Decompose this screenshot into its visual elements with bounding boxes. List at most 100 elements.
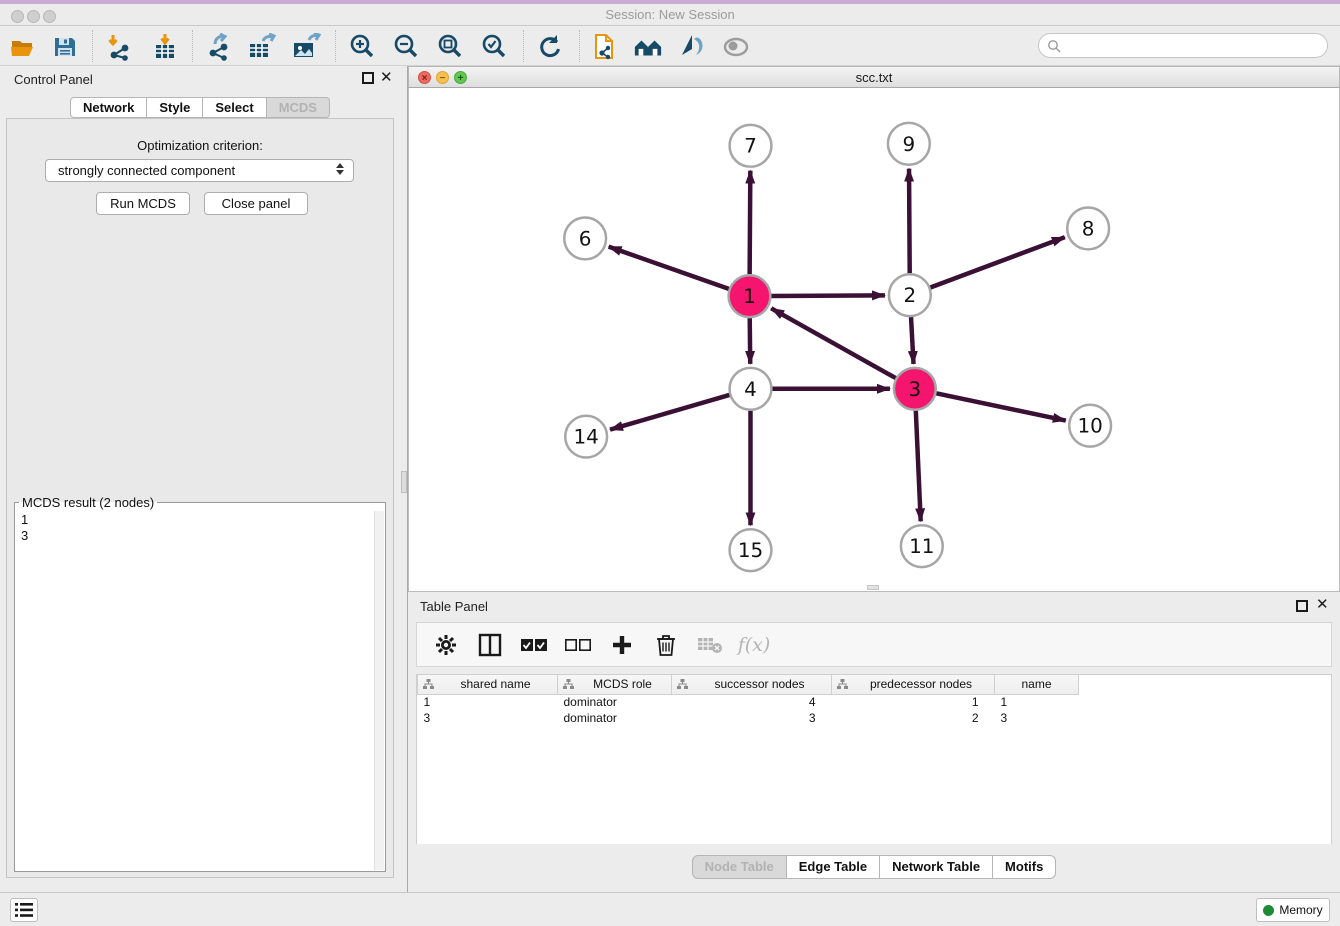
function-builder-icon[interactable]: f(x) <box>739 630 769 660</box>
add-row-icon[interactable] <box>607 630 637 660</box>
close-panel-icon[interactable]: ✕ <box>380 72 392 84</box>
select-all-checkboxes-icon[interactable] <box>519 630 549 660</box>
mcds-result-line: 1 <box>21 512 28 528</box>
graph-node-label-10: 10 <box>1077 415 1102 438</box>
export-image-icon[interactable] <box>291 32 321 62</box>
import-network-icon[interactable] <box>103 32 133 62</box>
graph-node-label-3: 3 <box>909 378 922 401</box>
graph-node-label-6: 6 <box>579 227 592 250</box>
graph-node-label-14: 14 <box>573 426 598 449</box>
tab-network[interactable]: Network <box>70 97 147 118</box>
memory-button[interactable]: Memory <box>1256 898 1330 922</box>
network-window: × − + scc.txt 1234678910111415 <box>408 66 1340 592</box>
app-titlebar: Session: New Session <box>0 0 1340 26</box>
column-header-predecessor-nodes[interactable]: predecessor nodes <box>832 675 995 694</box>
tab-network-table[interactable]: Network Table <box>880 855 993 879</box>
search-input[interactable] <box>1061 38 1327 53</box>
column-header-mcds-role[interactable]: MCDS role <box>558 675 672 694</box>
splitter-handle[interactable] <box>401 471 407 493</box>
column-header-name[interactable]: name <box>995 675 1079 694</box>
network-graph[interactable]: 1234678910111415 <box>409 88 1339 590</box>
table-row[interactable]: 3dominator323 <box>418 710 1332 726</box>
table-panel: Table Panel ✕ f(x) <box>408 592 1340 892</box>
export-network-icon[interactable] <box>204 32 234 62</box>
mcds-result-line: 3 <box>21 528 28 544</box>
float-table-panel-icon[interactable] <box>1296 600 1308 612</box>
graph-node-label-2: 2 <box>904 284 917 307</box>
node-table: shared name MCDS role successor nodes pr… <box>416 674 1332 844</box>
graph-edge-3-10[interactable] <box>936 393 1065 420</box>
mcds-result-title: MCDS result (2 nodes) <box>19 495 157 510</box>
table-tabs: Node Table Edge Table Network Table Moti… <box>408 855 1340 879</box>
homes-icon[interactable] <box>633 32 663 62</box>
graph-edge-2-3[interactable] <box>911 317 913 364</box>
zoom-fit-icon[interactable] <box>435 32 465 62</box>
network-window-titlebar[interactable]: × − + scc.txt <box>408 66 1340 88</box>
task-history-button[interactable] <box>10 898 38 922</box>
import-table-icon[interactable] <box>150 32 180 62</box>
graph-edge-4-14[interactable] <box>610 395 729 430</box>
tab-motifs[interactable]: Motifs <box>993 855 1056 879</box>
graph-node-label-8: 8 <box>1082 217 1095 240</box>
graph-edge-2-8[interactable] <box>930 237 1064 287</box>
graph-edge-2-9[interactable] <box>909 169 910 274</box>
table-toolbar: f(x) <box>416 622 1332 667</box>
search-icon <box>1047 39 1061 53</box>
column-header-successor-nodes[interactable]: successor nodes <box>672 675 832 694</box>
status-bar: Memory <box>0 892 1340 926</box>
tab-style[interactable]: Style <box>147 97 203 118</box>
graph-edge-3-11[interactable] <box>916 411 921 522</box>
graph-node-label-11: 11 <box>909 535 934 558</box>
close-panel-button[interactable]: Close panel <box>204 192 308 215</box>
tab-mcds[interactable]: MCDS <box>267 97 330 118</box>
tree-icon <box>677 679 688 690</box>
optimization-criterion-dropdown[interactable]: strongly connected component <box>45 159 354 182</box>
refresh-view-icon[interactable] <box>535 32 565 62</box>
graph-edge-1-7[interactable] <box>750 171 751 275</box>
canvas-resize-handle[interactable] <box>867 585 879 590</box>
export-table-icon[interactable] <box>247 32 277 62</box>
tab-node-table[interactable]: Node Table <box>692 855 787 879</box>
graph-edge-3-1[interactable] <box>771 308 896 378</box>
column-header-shared-name[interactable]: shared name <box>418 675 558 694</box>
graph-edge-1-6[interactable] <box>609 247 729 289</box>
zoom-out-icon[interactable] <box>391 32 421 62</box>
graph-node-label-7: 7 <box>744 135 757 158</box>
toolbar-separator <box>335 30 336 62</box>
network-canvas[interactable]: 1234678910111415 <box>408 88 1340 592</box>
delete-row-icon[interactable] <box>651 630 681 660</box>
open-session-icon[interactable] <box>8 32 38 62</box>
settings-gear-icon[interactable] <box>431 630 461 660</box>
save-session-icon[interactable] <box>50 32 80 62</box>
optimization-criterion-label: Optimization criterion: <box>7 138 393 153</box>
result-scrollbar[interactable] <box>374 511 384 870</box>
table-row[interactable]: 1dominator411 <box>418 694 1332 710</box>
float-panel-icon[interactable] <box>362 72 374 84</box>
search-box[interactable] <box>1038 33 1328 58</box>
network-window-title: scc.txt <box>409 70 1339 85</box>
close-table-panel-icon[interactable]: ✕ <box>1316 599 1328 611</box>
show-hide-eye-icon[interactable] <box>721 32 751 62</box>
graph-node-label-1: 1 <box>743 285 756 308</box>
panel-splitter[interactable] <box>400 66 408 892</box>
graph-edge-1-2[interactable] <box>771 295 885 296</box>
toolbar-separator <box>523 30 524 62</box>
tab-edge-table[interactable]: Edge Table <box>787 855 880 879</box>
graph-node-label-15: 15 <box>738 539 763 562</box>
style-paint-icon[interactable] <box>677 32 707 62</box>
table-header-row: shared name MCDS role successor nodes pr… <box>418 675 1332 694</box>
node-table-body: 1dominator4113dominator323 <box>418 694 1332 726</box>
tab-select[interactable]: Select <box>203 97 266 118</box>
deselect-all-checkboxes-icon[interactable] <box>563 630 593 660</box>
mcds-result-text: 1 3 <box>21 512 28 544</box>
show-columns-icon[interactable] <box>475 630 505 660</box>
memory-label: Memory <box>1279 903 1322 917</box>
graph-node-label-4: 4 <box>744 378 757 401</box>
control-panel-title: Control Panel <box>14 72 93 87</box>
zoom-selected-icon[interactable] <box>479 32 509 62</box>
delete-table-icon[interactable] <box>695 630 725 660</box>
network-document-icon[interactable] <box>591 32 621 62</box>
memory-status-icon <box>1263 905 1274 916</box>
run-mcds-button[interactable]: Run MCDS <box>96 192 190 215</box>
zoom-in-icon[interactable] <box>347 32 377 62</box>
